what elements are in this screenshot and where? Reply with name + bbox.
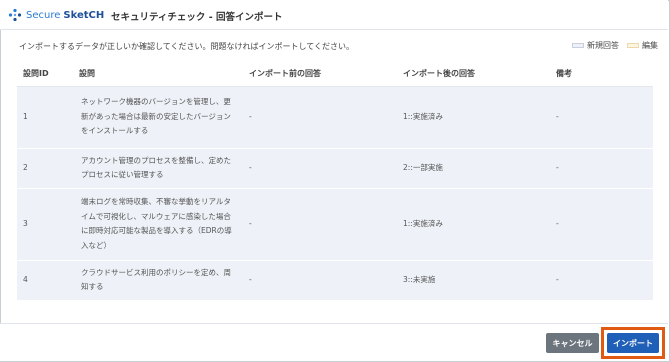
cell-note: - [550, 260, 653, 301]
table-header-row: 設問ID 設問 インポート前の回答 インポート後の回答 備考 [17, 62, 653, 87]
cell-before: - [243, 260, 397, 301]
cell-note: - [550, 86, 653, 149]
cell-after: 1::実施済み [397, 86, 550, 149]
legend: 新規回答 編集 [572, 40, 658, 51]
cell-id: 2 [17, 148, 73, 189]
table-row: 2 アカウント管理のプロセスを整備し、定めたプロセスに従い管理する - 2::一… [17, 148, 653, 189]
column-header-before: インポート前の回答 [243, 62, 397, 87]
cell-id: 3 [17, 188, 73, 261]
cancel-button[interactable]: キャンセル [546, 333, 599, 353]
cell-after: 2::一部実施 [397, 148, 550, 189]
column-header-note: 備考 [550, 62, 653, 87]
import-preview-table: 設問ID 設問 インポート前の回答 インポート後の回答 備考 1 ネットワーク機… [17, 62, 653, 301]
logo-text-secure: Secure [26, 9, 61, 21]
app-logo: Secure SketCH [8, 8, 104, 22]
instruction-text: インポートするデータが正しいか確認してください。問題なければインポートしてくださ… [19, 42, 355, 51]
legend-new-swatch [572, 43, 584, 48]
legend-new-label: 新規回答 [587, 41, 619, 50]
table-row: 1 ネットワーク機器のバージョンを管理し、更新があった場合は最新の安定したバージ… [17, 86, 653, 149]
column-header-id: 設問ID [17, 62, 73, 87]
cell-before: - [243, 148, 397, 189]
table-row: 4 クラウドサービス利用のポリシーを定め、周知する - 3::未実施 - [17, 260, 653, 301]
cell-after: 3::未実施 [397, 260, 550, 301]
column-header-question: 設問 [73, 62, 243, 87]
table-row: 3 端末ログを常時収集、不審な挙動をリアルタイムで可視化し、マルウェアに感染した… [17, 188, 653, 261]
cell-question: アカウント管理のプロセスを整備し、定めたプロセスに従い管理する [73, 148, 243, 189]
cell-question: ネットワーク機器のバージョンを管理し、更新があった場合は最新の安定したバージョン… [73, 86, 243, 149]
cell-after: 1::実施済み [397, 188, 550, 261]
cell-note: - [550, 188, 653, 261]
legend-edit-swatch [627, 43, 639, 48]
cell-question: クラウドサービス利用のポリシーを定め、周知する [73, 260, 243, 301]
dialog-title: セキュリティチェック - 回答インポート [111, 12, 283, 23]
cell-before: - [243, 86, 397, 149]
cell-question: 端末ログを常時収集、不審な挙動をリアルタイムで可視化し、マルウェアに感染した場合… [73, 188, 243, 261]
logo-icon [8, 8, 22, 22]
cell-id: 4 [17, 260, 73, 301]
logo-text-sketch: SketCH [63, 9, 105, 21]
cell-id: 1 [17, 86, 73, 149]
cell-note: - [550, 148, 653, 189]
import-button[interactable]: インポート [607, 333, 659, 353]
legend-edit-label: 編集 [642, 41, 658, 50]
dialog-header: Secure SketCH セキュリティチェック - 回答インポート [0, 0, 668, 30]
cell-before: - [243, 188, 397, 261]
column-header-after: インポート後の回答 [397, 62, 550, 87]
